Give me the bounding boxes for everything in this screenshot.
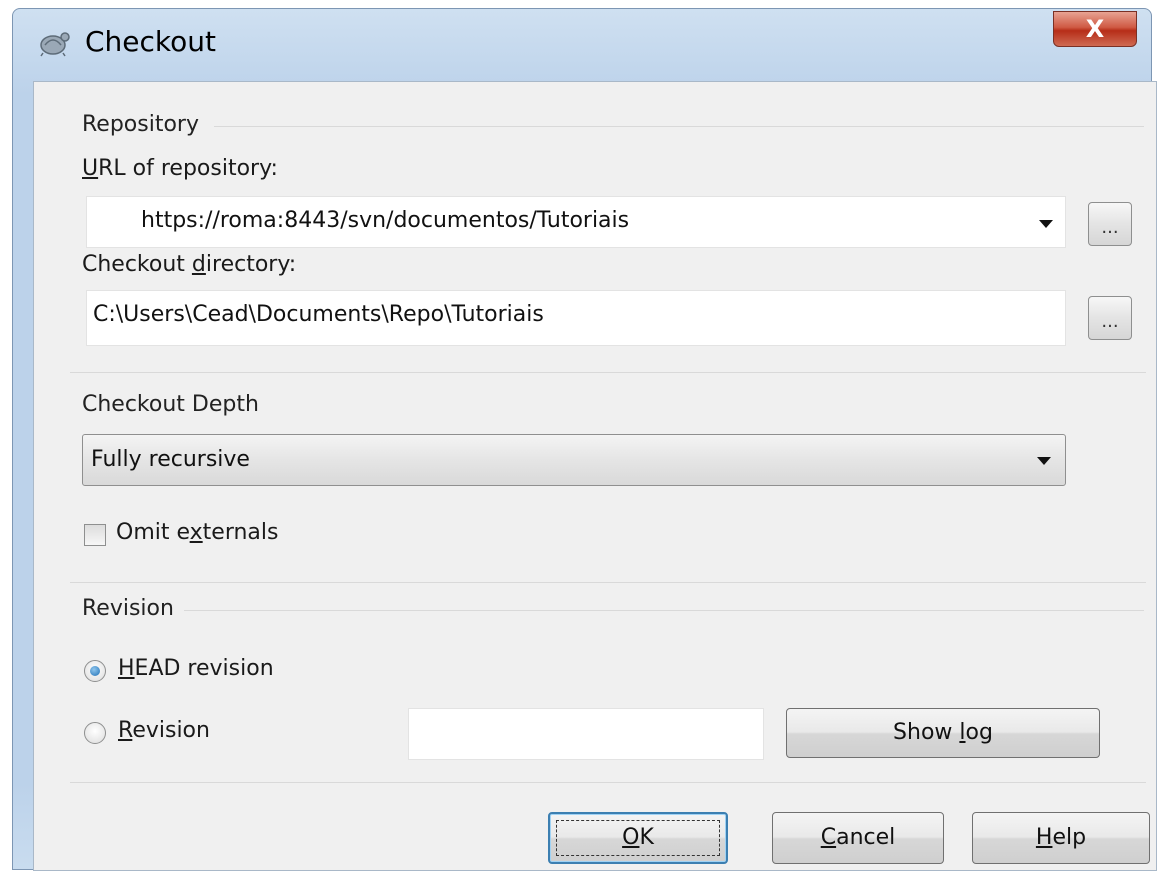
url-value: https://roma:8443/svn/documentos/Tutoria… <box>141 208 630 233</box>
group-separator-2 <box>70 582 1146 583</box>
head-revision-label[interactable]: HEAD revision <box>118 656 274 681</box>
revision-separator <box>184 610 1144 611</box>
revision-input[interactable] <box>408 708 764 760</box>
ok-focus-ring <box>556 820 720 856</box>
revision-label[interactable]: Revision <box>118 718 210 743</box>
ok-button[interactable]: OK <box>548 812 728 864</box>
checkout-dialog: Checkout X Repository URL of repository:… <box>12 8 1157 871</box>
help-button[interactable]: Help <box>972 812 1150 864</box>
close-button[interactable]: X <box>1053 11 1137 47</box>
revision-group-title: Revision <box>82 596 174 621</box>
depth-dropdown-arrow-icon[interactable] <box>1037 457 1051 465</box>
radio-selected-dot-icon <box>90 666 100 676</box>
close-icon: X <box>1085 15 1105 43</box>
checkout-depth-dropdown[interactable]: Fully recursive <box>82 434 1066 486</box>
checkout-depth-selected: Fully recursive <box>91 447 250 472</box>
checkout-directory-input[interactable]: C:\Users\Cead\Documents\Repo\Tutoriais <box>86 290 1066 346</box>
checkout-directory-value: C:\Users\Cead\Documents\Repo\Tutoriais <box>93 302 544 327</box>
omit-externals-label[interactable]: Omit externals <box>116 520 279 545</box>
head-revision-radio[interactable] <box>84 660 106 682</box>
window-title: Checkout <box>85 25 216 58</box>
cancel-button[interactable]: Cancel <box>772 812 944 864</box>
checkout-depth-group-title: Checkout Depth <box>82 392 259 417</box>
revision-radio[interactable] <box>84 722 106 744</box>
show-log-button[interactable]: Show log <box>786 708 1100 758</box>
url-combobox[interactable]: https://roma:8443/svn/documentos/Tutoria… <box>86 196 1066 248</box>
group-separator-3 <box>70 782 1146 783</box>
url-browse-button[interactable]: ... <box>1088 202 1132 246</box>
repository-group-title: Repository <box>82 112 199 137</box>
url-label: URL of repository: <box>82 156 278 181</box>
title-bar[interactable]: Checkout X <box>13 9 1151 71</box>
tortoisesvn-icon <box>40 32 70 57</box>
omit-externals-checkbox[interactable] <box>84 524 106 546</box>
group-separator-1 <box>70 372 1146 373</box>
repository-separator <box>214 126 1144 127</box>
directory-browse-button[interactable]: ... <box>1088 296 1132 340</box>
dialog-client-area: Repository URL of repository: https://ro… <box>33 81 1157 871</box>
checkout-directory-label: Checkout directory: <box>82 252 297 277</box>
url-dropdown-arrow-icon[interactable] <box>1039 220 1053 228</box>
